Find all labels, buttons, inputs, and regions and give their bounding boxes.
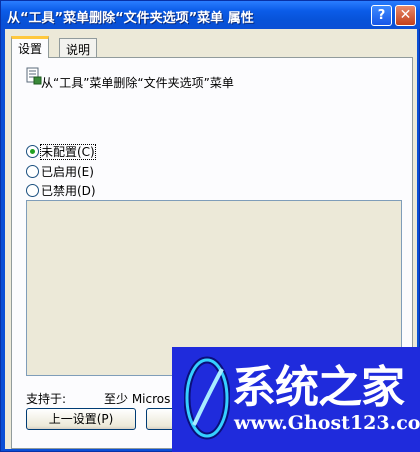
watermark-banner: 系统之家 www.Ghost123.com bbox=[172, 347, 420, 452]
radio-disabled[interactable]: 已禁用(D) bbox=[26, 182, 96, 199]
tab-explain[interactable]: 说明 bbox=[59, 38, 98, 58]
watermark-title: 系统之家 bbox=[232, 362, 405, 413]
watermark-url: www.Ghost123.com bbox=[234, 412, 420, 434]
supported-on-value: 至少 Micros bbox=[104, 392, 171, 406]
radio-button[interactable] bbox=[26, 145, 39, 158]
radio-enabled[interactable]: 已启用(E) bbox=[26, 163, 94, 180]
window-title: 从“工具”菜单删除“文件夹选项”菜单 属性 bbox=[7, 11, 254, 26]
radio-label: 已禁用(D) bbox=[41, 184, 96, 198]
radio-button[interactable] bbox=[26, 184, 39, 197]
supported-on-label: 支持于: bbox=[26, 392, 67, 406]
radio-not-configured[interactable]: 未配置(C) bbox=[26, 143, 96, 160]
radio-button[interactable] bbox=[26, 165, 39, 178]
ghost-logo-icon bbox=[184, 356, 230, 440]
policy-name: 从“工具”菜单删除“文件夹选项”菜单 bbox=[41, 76, 234, 90]
radio-label: 已启用(E) bbox=[41, 165, 94, 179]
radio-label: 未配置(C) bbox=[40, 144, 96, 160]
previous-setting-button[interactable]: 上一设置(P) bbox=[26, 408, 136, 430]
close-button[interactable]: ✕ bbox=[395, 5, 416, 26]
title-bar[interactable]: 从“工具”菜单删除“文件夹选项”菜单 属性 ? ✕ bbox=[1, 1, 420, 29]
help-button[interactable]: ? bbox=[371, 5, 392, 26]
tab-settings[interactable]: 设置 bbox=[11, 36, 50, 58]
